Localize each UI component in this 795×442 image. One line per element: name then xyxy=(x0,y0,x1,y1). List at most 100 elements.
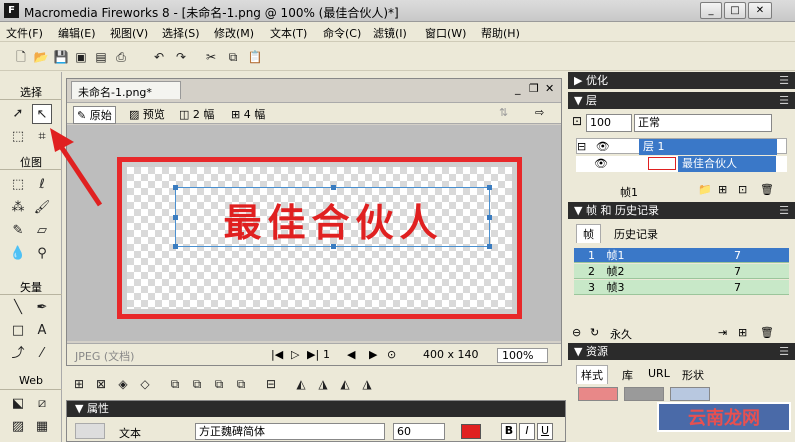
menu-view[interactable]: 视图(V) xyxy=(110,25,148,41)
eraser-tool-icon[interactable]: ▱ xyxy=(32,221,52,241)
rotate-right-icon[interactable]: ◮ xyxy=(314,375,332,393)
paste-icon[interactable]: 📋 xyxy=(246,48,264,66)
lasso-tool-icon[interactable]: ℓ xyxy=(32,175,52,195)
selection-handle[interactable] xyxy=(173,215,178,220)
prev-frame-icon[interactable]: ◀ xyxy=(347,348,355,361)
frame-row[interactable]: 3 帧3 7 xyxy=(574,280,789,295)
frame-delay[interactable]: 7 xyxy=(734,280,741,295)
frame-options-icon[interactable]: ⊙ xyxy=(387,348,396,361)
tab-styles[interactable]: 样式 xyxy=(576,365,608,384)
menu-edit[interactable]: 编辑(E) xyxy=(58,25,96,41)
brush-tool-icon[interactable]: 🖌 xyxy=(32,198,52,218)
play-icon[interactable]: ▷ xyxy=(291,348,299,361)
frame-row[interactable]: 2 帧2 7 xyxy=(574,264,789,279)
text-object-selection[interactable]: 最佳合伙人 xyxy=(173,185,492,249)
line-tool-icon[interactable]: ╲ xyxy=(8,298,28,318)
doc-close-icon[interactable]: ✕ xyxy=(545,82,554,95)
panel-menu-icon[interactable]: ☰ xyxy=(779,343,789,360)
layer-row[interactable]: ⊟ 👁 层 1 xyxy=(576,138,787,155)
new-bitmap-icon[interactable]: ⊡ xyxy=(738,183,747,196)
hide-slices-icon[interactable]: ▨ xyxy=(8,417,28,437)
menu-select[interactable]: 选择(S) xyxy=(162,25,200,41)
pen-tool-icon[interactable]: ✒ xyxy=(32,298,52,318)
canvas-text[interactable]: 最佳合伙人 xyxy=(176,192,491,247)
knife-tool-icon[interactable]: ⁄ xyxy=(32,344,52,364)
collapse-icon[interactable]: ⊟ xyxy=(577,140,586,153)
tab-url[interactable]: URL xyxy=(644,366,674,381)
frame-row[interactable]: 1 帧1 7 xyxy=(574,248,789,263)
selection-handle[interactable] xyxy=(487,244,492,249)
scale-tool-icon[interactable]: ⬚ xyxy=(8,127,28,147)
view-original-tab[interactable]: ✎ 原始 xyxy=(73,106,116,124)
layer-name[interactable]: 层 1 xyxy=(639,139,777,155)
panel-menu-icon[interactable]: ☰ xyxy=(779,72,789,89)
layer-blend-select[interactable]: 正常 xyxy=(634,114,772,132)
bold-button[interactable]: B xyxy=(501,423,517,440)
save-icon[interactable]: 💾 xyxy=(52,48,70,66)
menu-file[interactable]: 文件(F) xyxy=(6,25,43,41)
first-frame-icon[interactable]: |◀ xyxy=(271,348,283,361)
menu-modify[interactable]: 修改(M) xyxy=(214,25,254,41)
selection-handle[interactable] xyxy=(173,244,178,249)
distribute-to-frames-icon[interactable]: ⇥ xyxy=(718,326,727,339)
tab-shapes[interactable]: 形状 xyxy=(678,366,708,384)
loop-count[interactable]: 永久 xyxy=(610,326,632,342)
undo-icon[interactable]: ↶ xyxy=(150,48,168,66)
document-tab[interactable]: 未命名-1.png* xyxy=(71,81,181,99)
frame-name[interactable]: 帧2 xyxy=(599,265,625,278)
next-frame-icon[interactable]: ▶ xyxy=(369,348,377,361)
font-select[interactable]: 方正魏碑简体 xyxy=(195,423,385,440)
properties-header[interactable]: ▼ 属性 xyxy=(67,401,565,417)
open-folder-icon[interactable]: 📂 xyxy=(32,48,50,66)
last-frame-icon[interactable]: ▶| xyxy=(307,348,319,361)
tab-frames[interactable]: 帧 xyxy=(576,224,601,243)
style-swatch[interactable] xyxy=(670,387,710,401)
send-backward-icon[interactable]: ⧉ xyxy=(210,375,228,393)
menu-text[interactable]: 文本(T) xyxy=(270,25,307,41)
selection-handle[interactable] xyxy=(331,185,336,190)
selection-handle[interactable] xyxy=(487,185,492,190)
menu-help[interactable]: 帮助(H) xyxy=(481,25,520,41)
export-icon[interactable]: ▤ xyxy=(92,48,110,66)
rotate-left-icon[interactable]: ◭ xyxy=(292,375,310,393)
frame-name[interactable]: 帧1 xyxy=(599,249,625,262)
magic-wand-tool-icon[interactable]: ⁂ xyxy=(8,198,28,218)
flip-vertical-icon[interactable]: ◮ xyxy=(358,375,376,393)
delete-frame-icon[interactable]: 🗑 xyxy=(760,326,774,339)
subselect-tool-icon[interactable]: ↖ xyxy=(32,104,52,124)
transparent-canvas[interactable]: 最佳合伙人 xyxy=(127,167,512,309)
text-color-swatch[interactable] xyxy=(461,424,481,439)
view-preview-tab[interactable]: ▨ 预览 xyxy=(129,106,165,122)
split-icon[interactable]: ◇ xyxy=(136,375,154,393)
maximize-button[interactable]: □ xyxy=(724,2,746,19)
cut-icon[interactable]: ✂ xyxy=(202,48,220,66)
show-slices-icon[interactable]: ▦ xyxy=(32,417,52,437)
eye-icon[interactable]: 👁 xyxy=(594,157,608,170)
menu-window[interactable]: 窗口(W) xyxy=(425,25,466,41)
frame-name[interactable]: 帧3 xyxy=(599,281,625,294)
canvas-area[interactable]: 最佳合伙人 xyxy=(67,125,561,341)
style-swatch[interactable] xyxy=(624,387,664,401)
transfer-icon[interactable]: ⇅ xyxy=(499,106,508,119)
layer-opacity-select[interactable]: 100 xyxy=(586,114,632,132)
hotspot-tool-icon[interactable]: ⬕ xyxy=(8,394,28,414)
tab-history[interactable]: 历史记录 xyxy=(608,225,664,243)
view-2up-tab[interactable]: ◫ 2 幅 xyxy=(179,106,214,122)
copy-icon[interactable]: ⧉ xyxy=(224,48,242,66)
layers-panel-header[interactable]: ▼ 层 ☰ xyxy=(568,92,795,109)
object-name[interactable]: 最佳合伙人 xyxy=(678,156,776,172)
group-icon[interactable]: ⊞ xyxy=(70,375,88,393)
style-swatch[interactable] xyxy=(578,387,618,401)
blur-tool-icon[interactable]: 💧 xyxy=(8,244,28,264)
bring-front-icon[interactable]: ⧉ xyxy=(166,375,184,393)
join-icon[interactable]: ◈ xyxy=(114,375,132,393)
pointer-tool-icon[interactable]: ➚ xyxy=(8,104,28,124)
font-size-select[interactable]: 60 xyxy=(393,423,445,440)
send-back-icon[interactable]: ⧉ xyxy=(232,375,250,393)
selection-handle[interactable] xyxy=(173,185,178,190)
selection-handle[interactable] xyxy=(331,244,336,249)
panel-menu-icon[interactable]: ☰ xyxy=(779,202,789,219)
object-row[interactable]: 👁 最佳合伙人 xyxy=(576,156,787,172)
freeform-tool-icon[interactable]: ⤴ xyxy=(8,344,28,364)
ungroup-icon[interactable]: ⊠ xyxy=(92,375,110,393)
